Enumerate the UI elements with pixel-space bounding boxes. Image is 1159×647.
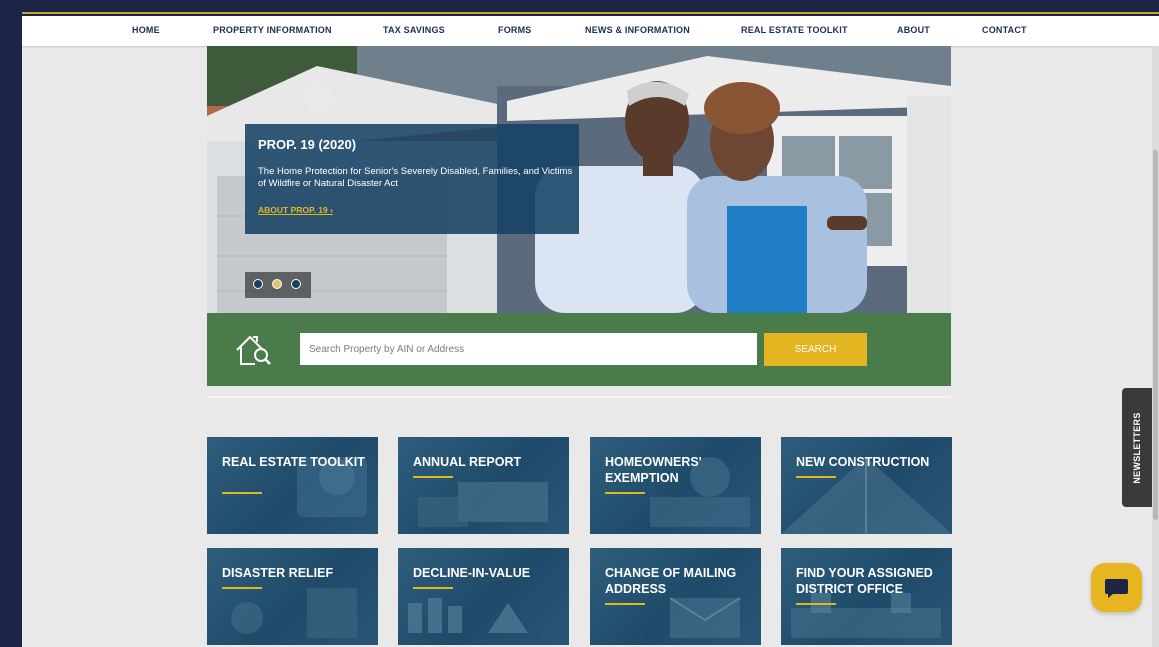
promo-title: PROP. 19 (2020) xyxy=(258,137,357,152)
chat-bubble-icon xyxy=(1105,579,1128,598)
tile-background-image xyxy=(297,457,367,517)
newsletters-tab[interactable]: NEWSLETTERS xyxy=(1122,388,1152,507)
nav-forms[interactable]: FORMS xyxy=(498,25,532,35)
tile-label: DECLINE-IN-VALUE xyxy=(413,566,531,580)
promo-description: The Home Protection for Senior's Severel… xyxy=(258,166,573,189)
tile-underline xyxy=(222,492,262,494)
hero-promo-box: PROP. 19 (2020) The Home Protection for … xyxy=(245,124,579,234)
tile-homeowners-exemption[interactable]: HOMEOWNERS' EXEMPTION xyxy=(590,437,761,534)
nav-home[interactable]: HOME xyxy=(132,25,160,35)
tile-underline xyxy=(222,587,262,589)
browser-viewport: HOME PROPERTY INFORMATION TAX SAVINGS FO… xyxy=(22,0,1159,647)
chat-button[interactable] xyxy=(1091,563,1142,612)
carousel-indicators xyxy=(245,272,311,298)
tile-find-district-office[interactable]: FIND YOUR ASSIGNED DISTRICT OFFICE xyxy=(781,548,952,645)
tile-change-of-mailing-address[interactable]: CHANGE OF MAILING ADDRESS xyxy=(590,548,761,645)
search-button[interactable]: SEARCH xyxy=(764,333,867,366)
tile-underline xyxy=(413,476,453,478)
nav-contact[interactable]: CONTACT xyxy=(982,25,1027,35)
scrollbar-thumb[interactable] xyxy=(1153,150,1158,520)
tile-label: REAL ESTATE TOOLKIT xyxy=(222,455,365,469)
tile-disaster-relief[interactable]: DISASTER RELIEF xyxy=(207,548,378,645)
tile-underline xyxy=(605,492,645,494)
tile-background-image xyxy=(408,598,528,633)
tile-label: CHANGE OF MAILING ADDRESS xyxy=(605,566,737,596)
main-navigation: HOME PROPERTY INFORMATION TAX SAVINGS FO… xyxy=(22,16,1159,46)
tile-background-image xyxy=(781,457,952,534)
property-search-input[interactable] xyxy=(300,333,757,365)
nav-property-information[interactable]: PROPERTY INFORMATION xyxy=(213,25,332,35)
house-search-icon xyxy=(236,335,271,365)
tile-underline xyxy=(796,603,836,605)
tile-label: HOMEOWNERS' EXEMPTION xyxy=(605,455,702,485)
tile-decline-in-value[interactable]: DECLINE-IN-VALUE xyxy=(398,548,569,645)
carousel-dot-3[interactable] xyxy=(291,279,301,289)
tile-label: NEW CONSTRUCTION xyxy=(796,455,930,469)
gold-accent-line xyxy=(22,12,1159,14)
tile-underline xyxy=(605,603,645,605)
nav-tax-savings[interactable]: TAX SAVINGS xyxy=(383,25,445,35)
tile-label: FIND YOUR ASSIGNED DISTRICT OFFICE xyxy=(796,566,933,596)
tile-label: ANNUAL REPORT xyxy=(413,455,522,469)
nav-news-information[interactable]: NEWS & INFORMATION xyxy=(585,25,690,35)
carousel-dot-2[interactable] xyxy=(272,279,282,289)
tile-underline xyxy=(796,476,836,478)
carousel-dot-1[interactable] xyxy=(253,279,263,289)
tile-background-image xyxy=(231,588,357,638)
tile-background-image xyxy=(418,482,548,527)
tile-label: DISASTER RELIEF xyxy=(222,566,334,580)
tile-annual-report[interactable]: ANNUAL REPORT xyxy=(398,437,569,534)
newsletters-label: NEWSLETTERS xyxy=(1132,411,1142,484)
nav-about[interactable]: ABOUT xyxy=(897,25,930,35)
nav-real-estate-toolkit[interactable]: REAL ESTATE TOOLKIT xyxy=(741,25,848,35)
tile-underline xyxy=(413,587,453,589)
section-divider xyxy=(207,396,951,398)
about-prop-19-link[interactable]: ABOUT PROP. 19 › xyxy=(258,205,333,215)
hero-carousel: PROP. 19 (2020) The Home Protection for … xyxy=(207,46,951,313)
tile-new-construction[interactable]: NEW CONSTRUCTION xyxy=(781,437,952,534)
tile-real-estate-toolkit[interactable]: REAL ESTATE TOOLKIT xyxy=(207,437,378,534)
property-search-bar: SEARCH xyxy=(207,313,951,386)
